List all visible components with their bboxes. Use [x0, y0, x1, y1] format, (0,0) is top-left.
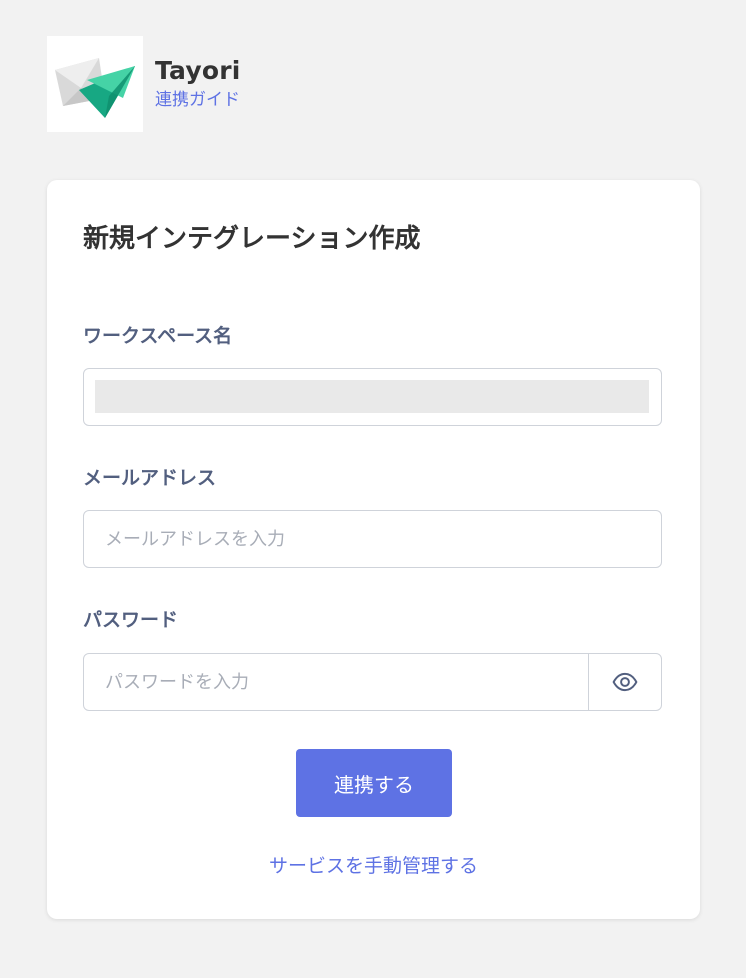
app-header: Tayori 連携ガイド [47, 36, 241, 132]
password-input[interactable] [84, 654, 588, 710]
app-logo [47, 36, 143, 132]
email-label: メールアドレス [83, 467, 217, 489]
app-name: Tayori [155, 56, 241, 85]
workspace-name-label: ワークスペース名 [83, 325, 233, 347]
workspace-name-field[interactable] [83, 368, 662, 426]
password-field-container [83, 653, 662, 711]
integration-guide-link[interactable]: 連携ガイド [155, 88, 241, 112]
email-field-container [83, 510, 662, 568]
email-input[interactable] [84, 511, 661, 567]
workspace-name-value [95, 380, 649, 413]
eye-icon [612, 672, 638, 692]
page-title: 新規インテグレーション作成 [83, 224, 421, 254]
toggle-password-visibility-button[interactable] [588, 654, 661, 710]
integration-form-card: 新規インテグレーション作成 ワークスペース名 メールアドレス パスワード 連携す… [47, 180, 700, 919]
paper-plane-envelope-logo-icon [55, 58, 135, 118]
password-label: パスワード [83, 609, 179, 631]
manual-management-link[interactable]: サービスを手動管理する [47, 853, 700, 879]
connect-button[interactable]: 連携する [296, 749, 452, 817]
